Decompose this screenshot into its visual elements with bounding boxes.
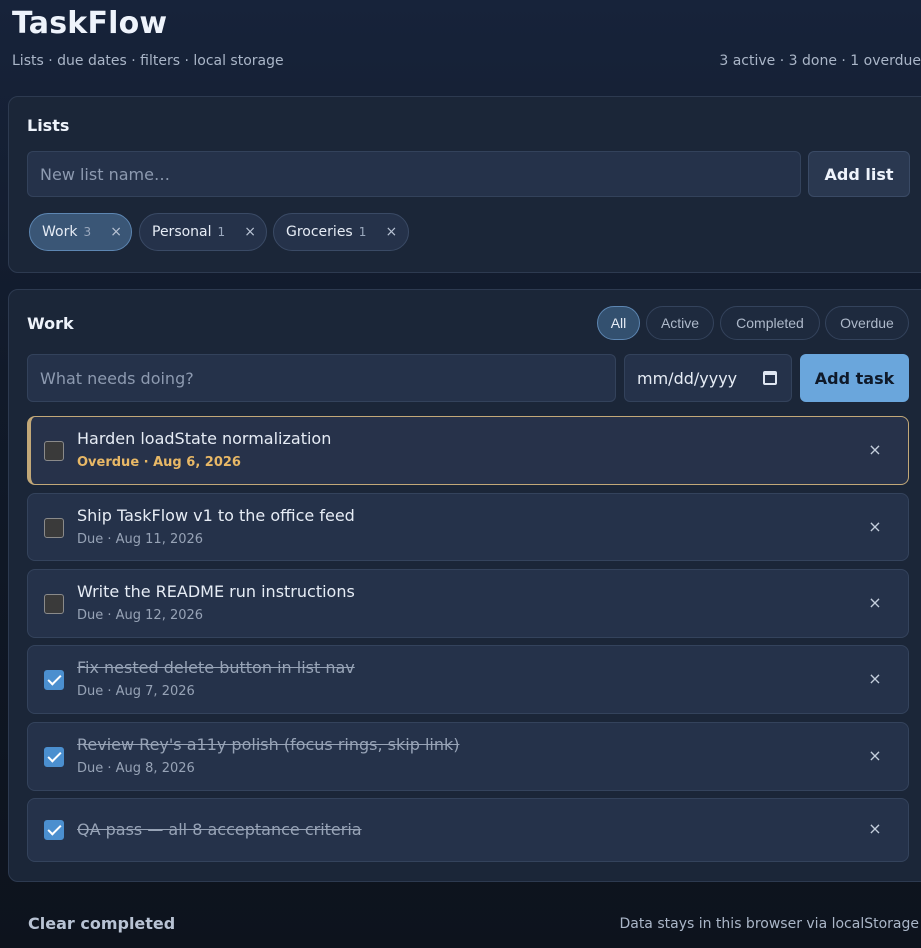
task-checkbox[interactable] [44,820,64,840]
list-chip-groceries[interactable]: Groceries 1 × [273,213,409,251]
add-task-button[interactable]: Add task [800,354,909,402]
list-chip-name: Work [42,224,78,240]
new-task-input[interactable] [27,354,616,402]
app-title: TaskFlow [12,6,168,41]
task-title: QA pass — all 8 acceptance criteria [77,820,362,839]
filter-all[interactable]: All [597,306,640,340]
close-icon[interactable]: × [868,593,882,612]
list-chip-personal[interactable]: Personal 1 × [139,213,267,251]
task-checkbox[interactable] [44,441,64,461]
task-stats: 3 active · 3 done · 1 overdue [719,53,921,69]
clear-completed-button[interactable]: Clear completed [28,914,175,933]
task-due-date: Due · Aug 8, 2026 [77,761,195,776]
task-item: Write the README run instructions Due · … [27,569,909,638]
close-icon[interactable]: × [384,224,398,240]
close-icon[interactable]: × [868,440,882,459]
list-chip-name: Groceries [286,224,353,240]
task-title: Fix nested delete button in list nav [77,658,355,677]
task-due-date: Due · Aug 12, 2026 [77,608,204,623]
list-chip-work[interactable]: Work 3 × [29,213,132,251]
list-chip-count: 1 [358,225,367,239]
filter-overdue[interactable]: Overdue [825,306,909,340]
task-checkbox[interactable] [44,670,64,690]
add-list-button[interactable]: Add list [808,151,910,197]
close-icon[interactable]: × [868,819,882,838]
task-item: Ship TaskFlow v1 to the office feed Due … [27,493,909,561]
app-header: TaskFlow Lists · due dates · filters · l… [12,6,921,76]
task-due-date: Due · Aug 11, 2026 [77,532,204,547]
lists-panel: Lists Add list Work 3 × Personal 1 × Gro… [8,96,921,273]
task-title: Harden loadState normalization [77,429,332,448]
date-placeholder: mm/dd/yyyy [637,368,738,388]
due-date-input[interactable]: mm/dd/yyyy [624,354,792,402]
close-icon[interactable]: × [868,669,882,688]
task-checkbox[interactable] [44,594,64,614]
task-checkbox[interactable] [44,518,64,538]
app-subtitle: Lists · due dates · filters · local stor… [12,53,284,69]
tasks-panel: Work All Active Completed Overdue mm/dd/… [8,289,921,882]
task-item: Review Rey's a11y polish (focus rings, s… [27,722,909,791]
close-icon[interactable]: × [109,224,123,240]
filter-active[interactable]: Active [646,306,714,340]
task-due-date: Overdue · Aug 6, 2026 [77,455,241,470]
calendar-icon[interactable] [763,371,777,385]
task-title: Write the README run instructions [77,582,355,601]
close-icon[interactable]: × [868,746,882,765]
task-due-date: Due · Aug 7, 2026 [77,684,195,699]
task-item: Harden loadState normalization Overdue ·… [27,416,909,485]
task-item: Fix nested delete button in list nav Due… [27,645,909,714]
list-chip-name: Personal [152,224,212,240]
close-icon[interactable]: × [868,517,882,536]
task-title: Review Rey's a11y polish (focus rings, s… [77,735,460,754]
filter-completed[interactable]: Completed [720,306,820,340]
storage-note: Data stays in this browser via localStor… [619,916,919,932]
task-title: Ship TaskFlow v1 to the office feed [77,506,355,525]
list-chip-count: 3 [83,225,92,239]
task-item: QA pass — all 8 acceptance criteria × [27,798,909,862]
new-list-input[interactable] [27,151,801,197]
task-checkbox[interactable] [44,747,64,767]
list-chip-count: 1 [217,225,226,239]
lists-panel-title: Lists [27,116,70,135]
close-icon[interactable]: × [243,224,257,240]
current-list-title: Work [27,314,74,333]
